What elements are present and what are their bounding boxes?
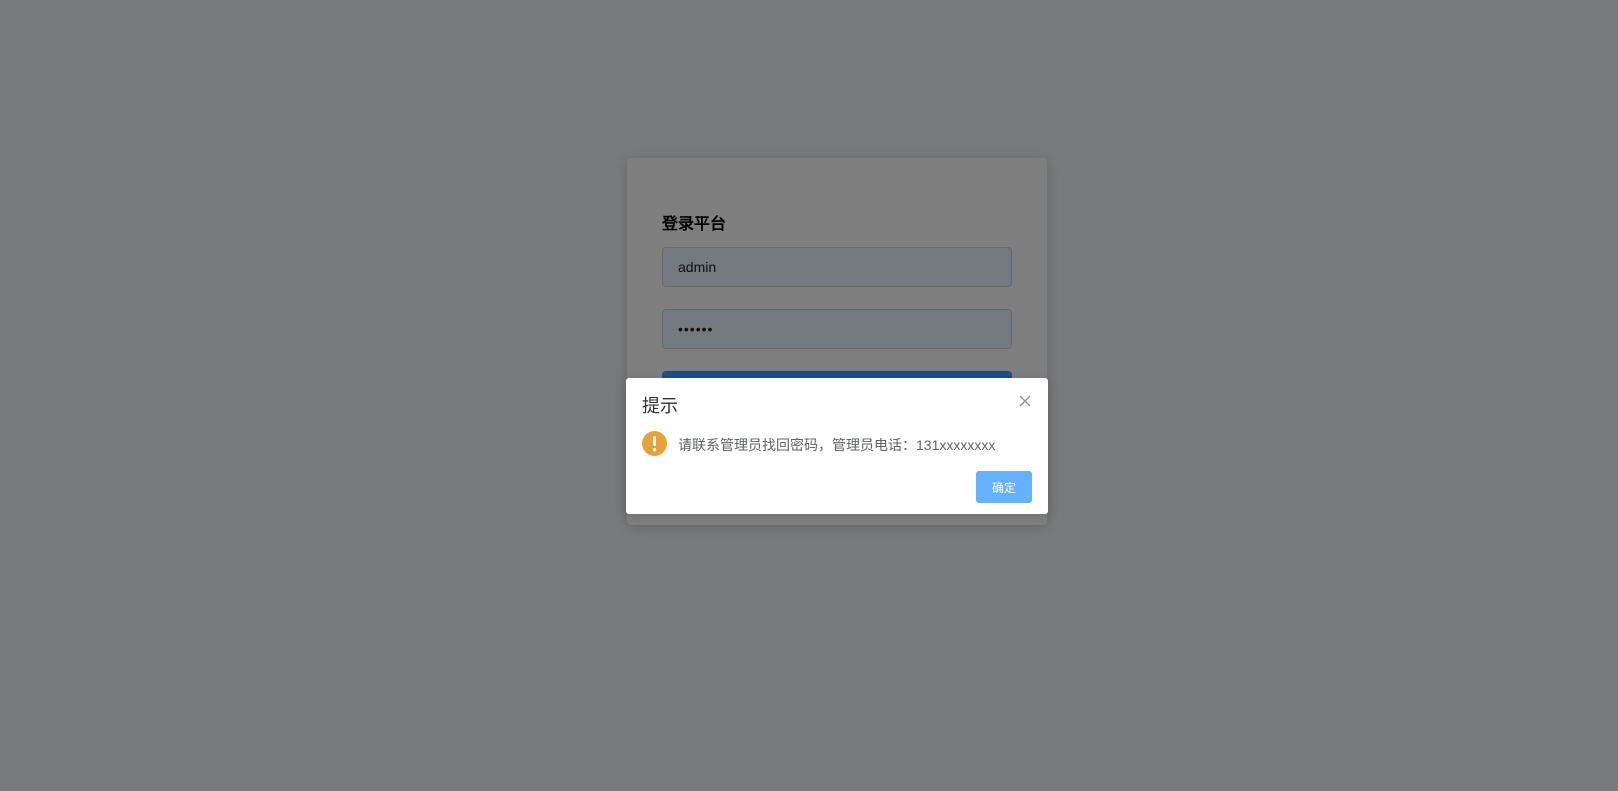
close-icon[interactable] (1017, 393, 1033, 409)
dialog-message: 请联系管理员找回密码，管理员电话：131xxxxxxxx (678, 437, 996, 453)
warning-icon (642, 431, 667, 456)
message-box-dialog: 提示 请联系管理员找回密码，管理员电话：131xxxxxxxx 确定 (626, 378, 1048, 514)
dialog-title: 提示 (642, 396, 678, 416)
confirm-button[interactable]: 确定 (976, 471, 1032, 503)
